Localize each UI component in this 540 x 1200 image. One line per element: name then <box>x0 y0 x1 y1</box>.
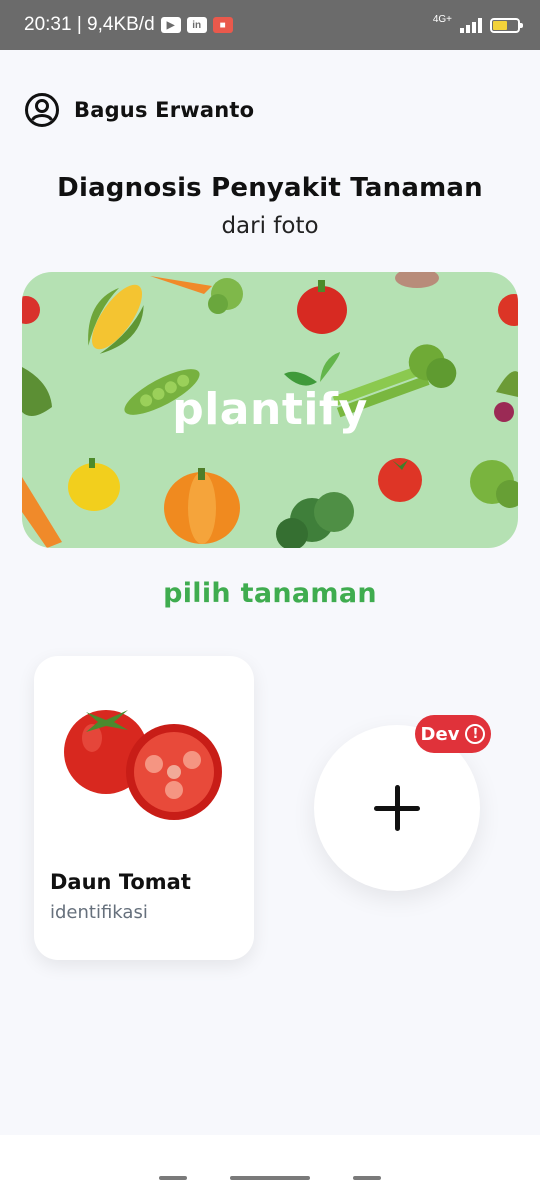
section-label: pilih tanaman <box>163 578 377 609</box>
page-subtitle: dari foto <box>221 213 319 239</box>
youtube-icon: ▶ <box>160 17 181 33</box>
hero-banner: plantify <box>22 272 518 548</box>
plant-subtitle: identifikasi <box>50 902 148 923</box>
user-profile[interactable]: Bagus Erwanto <box>24 92 254 128</box>
back-nav-button[interactable] <box>353 1176 381 1180</box>
dev-badge: Dev ! <box>415 715 491 753</box>
linkedin-icon: in <box>186 17 207 33</box>
brand-logo: plantify <box>172 384 368 435</box>
status-time: 20:31 | 9,4KB/d <box>24 14 155 35</box>
page-title: Diagnosis Penyakit Tanaman <box>57 173 483 203</box>
menu-nav-button[interactable] <box>159 1176 187 1180</box>
plant-card-tomato[interactable]: Daun Tomat identifikasi <box>34 656 254 960</box>
signal-icon <box>460 17 482 33</box>
user-name: Bagus Erwanto <box>74 98 255 122</box>
shop-icon: ■ <box>212 17 233 33</box>
tomato-image <box>64 710 222 820</box>
plant-name: Daun Tomat <box>50 870 191 894</box>
account-icon <box>25 93 59 127</box>
network-label: 4G+ <box>432 13 452 25</box>
system-nav-bar <box>0 1135 540 1200</box>
status-bar: 20:31 | 9,4KB/d ▶ in ■ 4G+ <box>0 0 540 50</box>
home-nav-button[interactable] <box>230 1176 310 1180</box>
alert-icon: ! <box>465 724 486 744</box>
dev-badge-label: Dev <box>420 723 460 745</box>
battery-icon <box>490 17 523 33</box>
